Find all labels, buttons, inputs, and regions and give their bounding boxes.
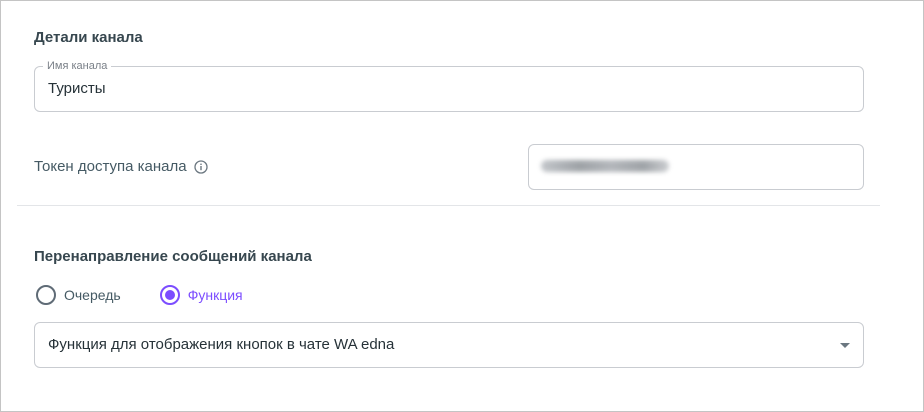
- section-divider: [17, 205, 880, 206]
- channel-settings-panel: Детали канала Имя канала Туристы Токен д…: [0, 0, 924, 412]
- token-field[interactable]: [528, 144, 864, 190]
- radio-function[interactable]: [159, 285, 180, 305]
- token-label: Токен доступа канала: [34, 158, 187, 175]
- function-select[interactable]: Функция для отображения кнопок в чате WA…: [34, 322, 864, 368]
- token-label-row: Токен доступа канала: [34, 157, 208, 177]
- radio-option-queue[interactable]: Очередь: [36, 285, 121, 305]
- radio-queue[interactable]: [36, 285, 56, 305]
- dropdown-arrow-icon[interactable]: [840, 343, 850, 348]
- channel-details-title: Детали канала: [34, 29, 143, 46]
- channel-name-field[interactable]: Имя канала Туристы: [34, 59, 864, 112]
- radio-option-function[interactable]: Функция: [159, 285, 243, 305]
- radio-queue-label: Очередь: [64, 287, 121, 303]
- function-select-value: Функция для отображения кнопок в чате WA…: [48, 336, 395, 353]
- token-value-redacted: [541, 160, 669, 172]
- info-icon[interactable]: [193, 160, 208, 174]
- channel-name-value: Туристы: [48, 80, 106, 97]
- channel-name-legend: Имя канала: [43, 59, 112, 73]
- redirect-title: Перенаправление сообщений канала: [34, 248, 312, 265]
- redirect-radio-group: Очередь Функция: [36, 285, 282, 305]
- radio-function-label: Функция: [187, 287, 243, 303]
